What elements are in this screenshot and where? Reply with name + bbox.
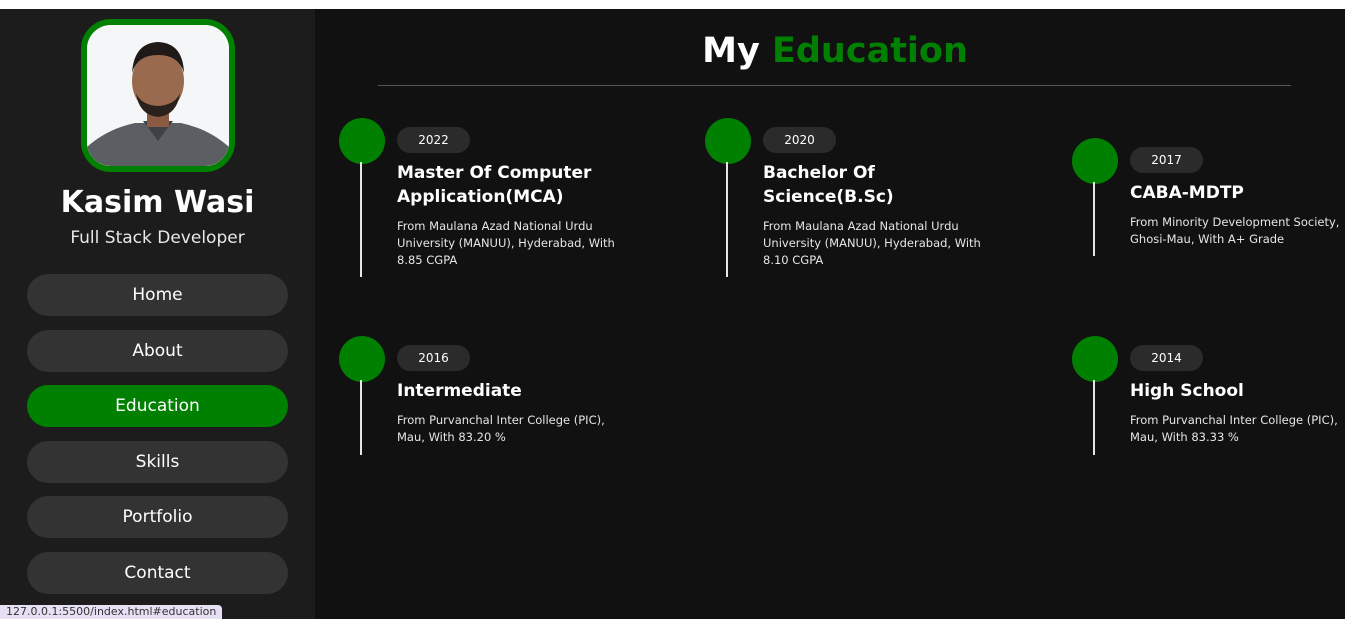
section-title: My Education bbox=[315, 31, 1345, 71]
education-section: My Education 2022 Master Of Computer App… bbox=[315, 9, 1345, 619]
profile-name: Kasim Wasi bbox=[60, 185, 255, 220]
nav-item-contact[interactable]: Contact bbox=[27, 551, 288, 594]
nav-item-home[interactable]: Home bbox=[27, 274, 288, 316]
nav-item-portfolio[interactable]: Portfolio bbox=[27, 496, 288, 538]
timeline-dot bbox=[1072, 138, 1118, 184]
section-title-prefix: My bbox=[702, 31, 760, 71]
degree-title: CABA-MDTP bbox=[1130, 183, 1244, 203]
degree-description: From Maulana Azad National Urdu Universi… bbox=[763, 219, 981, 267]
profile-photo bbox=[87, 25, 229, 166]
timeline-line bbox=[360, 162, 362, 277]
section-title-accent: Education bbox=[771, 31, 968, 71]
degree-title: Intermediate bbox=[397, 381, 522, 401]
avatar bbox=[81, 19, 235, 172]
timeline-line bbox=[1093, 380, 1095, 455]
degree-description: From Maulana Azad National Urdu Universi… bbox=[397, 219, 615, 267]
status-bar-url: 127.0.0.1:5500/index.html#education bbox=[0, 605, 223, 619]
year-badge: 2014 bbox=[1130, 345, 1203, 371]
timeline-dot bbox=[705, 118, 751, 164]
timeline-dot bbox=[339, 118, 385, 164]
app: Kasim Wasi Full Stack Developer Home Abo… bbox=[0, 9, 1345, 619]
main-nav: Home About Education Skills Portfolio Co… bbox=[27, 274, 288, 607]
year-badge: 2020 bbox=[763, 127, 836, 153]
year-badge: 2022 bbox=[397, 127, 470, 153]
timeline-dot bbox=[339, 336, 385, 382]
degree-description: From Purvanchal Inter College (PIC), Mau… bbox=[1130, 413, 1338, 444]
section-divider bbox=[378, 85, 1291, 86]
degree-title: Master Of Computer Application(MCA) bbox=[397, 163, 592, 207]
degree-description: From Purvanchal Inter College (PIC), Mau… bbox=[397, 413, 605, 444]
year-badge: 2016 bbox=[397, 345, 470, 371]
degree-title: Bachelor Of Science(B.Sc) bbox=[763, 163, 894, 207]
sidebar: Kasim Wasi Full Stack Developer Home Abo… bbox=[0, 9, 315, 619]
timeline-dot bbox=[1072, 336, 1118, 382]
nav-item-skills[interactable]: Skills bbox=[27, 440, 288, 483]
nav-item-about[interactable]: About bbox=[27, 329, 288, 372]
timeline-line bbox=[360, 380, 362, 455]
profile-role: Full Stack Developer bbox=[70, 228, 245, 248]
timeline-line bbox=[726, 162, 728, 277]
degree-title: High School bbox=[1130, 381, 1244, 401]
nav-item-education[interactable]: Education bbox=[27, 385, 288, 427]
timeline-line bbox=[1093, 182, 1095, 256]
degree-description: From Minority Development Society, Ghosi… bbox=[1130, 215, 1340, 246]
year-badge: 2017 bbox=[1130, 147, 1203, 173]
